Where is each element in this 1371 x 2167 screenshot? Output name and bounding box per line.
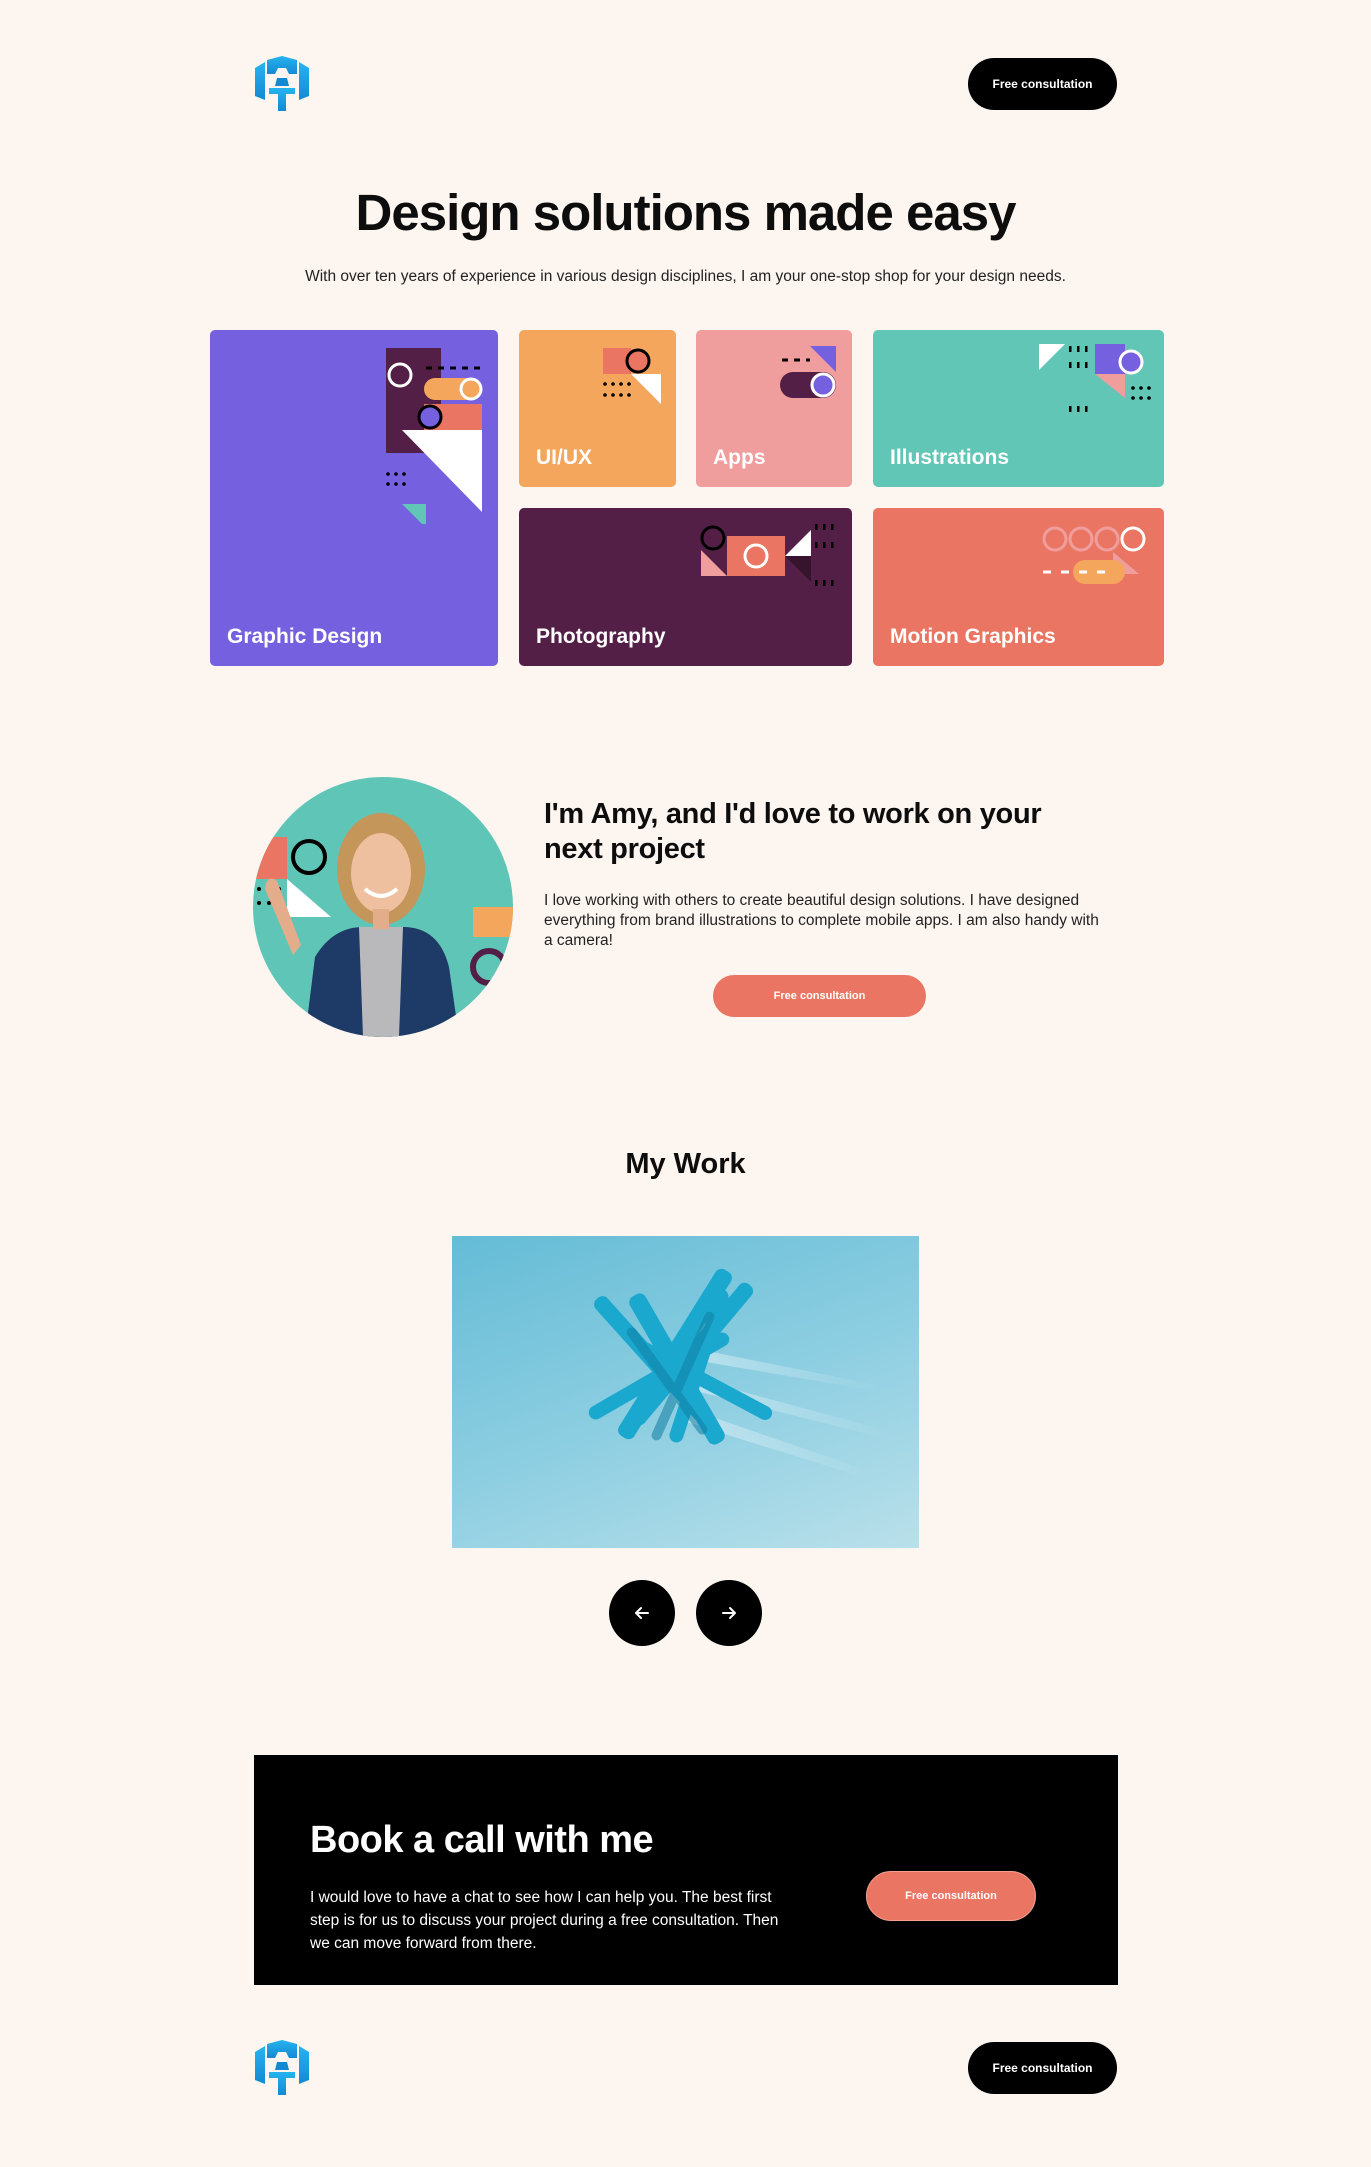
profile-photo [253,777,513,1037]
service-card-graphic-design[interactable]: Graphic Design [210,330,498,666]
photography-illustration [700,524,834,586]
service-label: Graphic Design [227,625,383,648]
work-title: My Work [625,1148,746,1180]
booking-title: Book a call with me [310,1819,654,1861]
arrow-right-icon [722,1607,736,1619]
service-card-illustrations[interactable]: Illustrations [873,330,1164,487]
graphic-design-illustration [386,348,483,524]
logo-icon [255,2040,309,2095]
service-card-ui-ux[interactable]: UI/UX [519,330,676,487]
ui-ux-illustration [603,348,661,404]
booking-consultation-button[interactable]: Free consultation [866,1871,1036,1921]
apps-illustration [780,346,836,398]
service-label: Illustrations [890,446,1010,469]
service-label: UI/UX [536,446,593,469]
hero-title: Design solutions made easy [355,184,1017,241]
logo-icon [255,56,309,111]
about-consultation-button[interactable]: Free consultation [713,975,926,1017]
service-card-photography[interactable]: Photography [519,508,852,666]
about-title: I'm Amy, and I'd love to work on your ne… [544,798,1042,865]
footer-logo[interactable] [253,2040,311,2096]
work-carousel-image [452,1236,919,1548]
footer-consultation-button[interactable]: Free consultation [968,2042,1117,2094]
service-label: Photography [536,625,666,648]
hero-subtitle: With over ten years of experience in var… [305,268,1066,285]
motion-graphics-illustration [1042,526,1146,584]
service-card-motion-graphics[interactable]: Motion Graphics [873,508,1164,666]
service-label: Apps [713,446,766,469]
booking-body: I would love to have a chat to see how I… [310,1889,779,1952]
illustrations-illustration [1039,344,1151,412]
booking-section: Book a call with me I would love to have… [254,1755,1118,1985]
arrow-left-icon [635,1607,649,1619]
about-body: I love working with others to create bea… [544,892,1099,949]
header-consultation-button[interactable]: Free consultation [968,58,1117,110]
carousel-next-button[interactable] [696,1580,762,1646]
site-logo[interactable] [253,56,311,112]
service-label: Motion Graphics [890,625,1056,648]
service-card-apps[interactable]: Apps [696,330,852,487]
carousel-prev-button[interactable] [609,1580,675,1646]
